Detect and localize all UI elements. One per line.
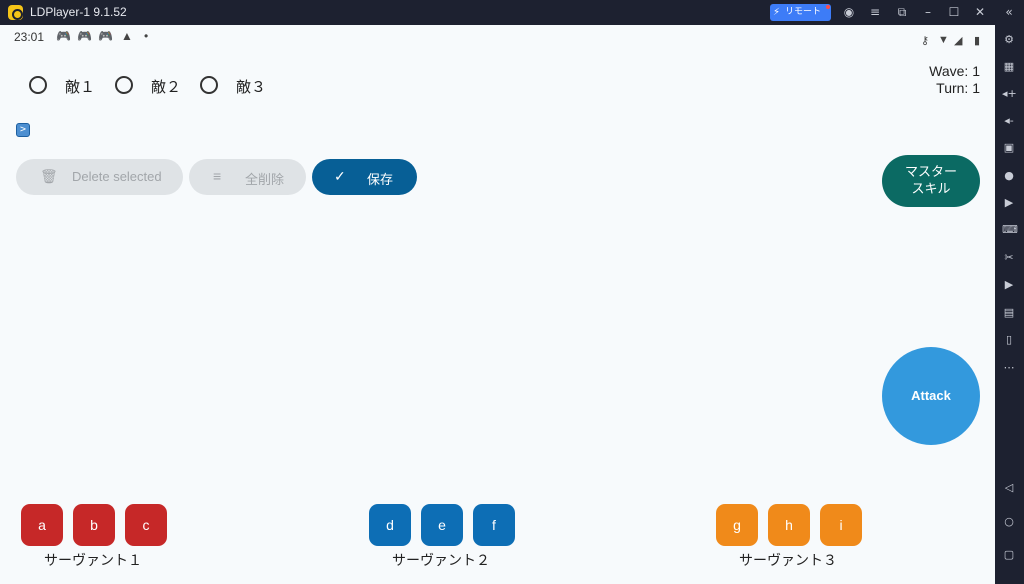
gamepad-icon: 🎮 xyxy=(56,29,71,43)
delete-selected-button[interactable]: 🗑 Delete selected xyxy=(16,159,183,195)
screenshot-icon[interactable]: ▣ xyxy=(1002,141,1016,155)
battery-icon: ▮ xyxy=(974,35,981,47)
gamepad-icon: 🎮 xyxy=(77,29,92,43)
skill-button-d[interactable]: d xyxy=(369,504,411,546)
gamepad-icon: 🎮 xyxy=(98,29,113,43)
delete-all-button[interactable]: ≡ 全削除 xyxy=(189,159,306,195)
enemy-label: 敵１ xyxy=(65,78,96,96)
window-titlebar: LDPlayer-1 9.1.52 リモート ◉ ≡ ⧉ – ☐ ✕ « xyxy=(0,0,1024,25)
status-time: 23:01 xyxy=(14,30,45,44)
settings-icon[interactable]: ⚙ xyxy=(1002,33,1016,47)
collapse-icon[interactable]: « xyxy=(1001,4,1017,20)
skill-button-i[interactable]: i xyxy=(820,504,862,546)
window-title: LDPlayer-1 9.1.52 xyxy=(30,5,127,19)
notification-dot-icon xyxy=(826,5,830,9)
turn-counter: Turn: 1 xyxy=(936,80,980,96)
radio-circle-icon xyxy=(29,76,47,94)
volume-down-icon[interactable]: ◂- xyxy=(1002,114,1016,128)
skill-button-h[interactable]: h xyxy=(768,504,810,546)
master-skill-button[interactable]: マスター スキル xyxy=(882,155,980,207)
ldplayer-logo-icon xyxy=(8,5,23,20)
restore-icon[interactable]: ⧉ xyxy=(894,4,910,20)
home-icon[interactable]: ○ xyxy=(1002,515,1016,529)
master-skill-label-line1: マスター xyxy=(904,165,957,180)
record-icon[interactable]: ▶ xyxy=(1002,196,1016,210)
maximize-icon[interactable]: ☐ xyxy=(946,4,962,20)
battle-status: Wave: 1 Turn: 1 xyxy=(929,63,980,97)
skill-button-c[interactable]: c xyxy=(125,504,167,546)
account-icon[interactable]: ◉ xyxy=(841,4,857,20)
volume-up-icon[interactable]: ◂+ xyxy=(1002,87,1017,101)
location-icon[interactable]: ● xyxy=(1002,169,1016,183)
clear-all-icon: ≡ xyxy=(213,168,222,184)
more-icon[interactable]: ⋯ xyxy=(1002,361,1016,375)
vpn-key-icon: ⚷ xyxy=(921,35,930,47)
attack-button[interactable]: Attack xyxy=(882,347,980,445)
wave-counter: Wave: 1 xyxy=(929,63,980,79)
skill-button-g[interactable]: g xyxy=(716,504,758,546)
radio-circle-icon xyxy=(200,76,218,94)
master-skill-label-line2: スキル xyxy=(911,182,951,197)
skill-button-f[interactable]: f xyxy=(473,504,515,546)
save-button[interactable]: ✓ 保存 xyxy=(312,159,417,195)
minimize-icon[interactable]: – xyxy=(920,4,936,20)
scissors-icon[interactable]: ✂ xyxy=(1002,251,1016,265)
video-icon[interactable]: ▶ xyxy=(1002,278,1016,292)
dot-icon: • xyxy=(144,29,149,43)
servant-label-3: サーヴァント３ xyxy=(739,553,837,569)
phone-icon[interactable]: ▯ xyxy=(1002,333,1016,347)
radio-circle-icon xyxy=(115,76,133,94)
keyboard-icon[interactable]: ⌨ xyxy=(1002,223,1018,237)
skill-button-b[interactable]: b xyxy=(73,504,115,546)
emulator-sidebar: ⚙ ▦ ◂+ ◂- ▣ ● ▶ ⌨ ✂ ▶ ▤ ▯ ⋯ ◁ ○ ▢ xyxy=(995,25,1024,584)
keyboard-map-icon[interactable]: ▦ xyxy=(1002,60,1016,74)
delete-all-label: 全削除 xyxy=(245,172,285,187)
remote-label: リモート xyxy=(785,7,822,17)
apk-icon[interactable]: ▤ xyxy=(1002,306,1016,320)
skill-button-a[interactable]: a xyxy=(21,504,63,546)
save-label: 保存 xyxy=(367,172,394,187)
delete-selected-label: Delete selected xyxy=(72,169,162,184)
menu-icon[interactable]: ≡ xyxy=(867,4,883,20)
enemy-label: 敵３ xyxy=(236,78,267,96)
close-icon[interactable]: ✕ xyxy=(972,4,988,20)
signal-icon: ◢ xyxy=(954,35,963,47)
enemy-label: 敵２ xyxy=(151,78,182,96)
skill-button-e[interactable]: e xyxy=(421,504,463,546)
servant-label-2: サーヴァント２ xyxy=(392,553,490,569)
wifi-icon: ▼ xyxy=(938,34,949,46)
app-screen: 23:01 🎮 🎮 🎮 ▲ • ⚷ ▼ ◢ ▮ 敵１ 敵２ 敵３ Wave: 1… xyxy=(0,25,995,584)
check-icon: ✓ xyxy=(334,168,346,184)
expand-toggle-button[interactable]: > xyxy=(16,123,30,137)
recents-icon[interactable]: ▢ xyxy=(1002,548,1016,562)
servant-label-1: サーヴァント１ xyxy=(44,553,142,569)
a-badge-icon: ▲ xyxy=(121,29,133,43)
trash-icon: 🗑 xyxy=(40,168,58,184)
remote-button[interactable]: リモート xyxy=(770,4,831,21)
back-icon[interactable]: ◁ xyxy=(1002,481,1016,495)
